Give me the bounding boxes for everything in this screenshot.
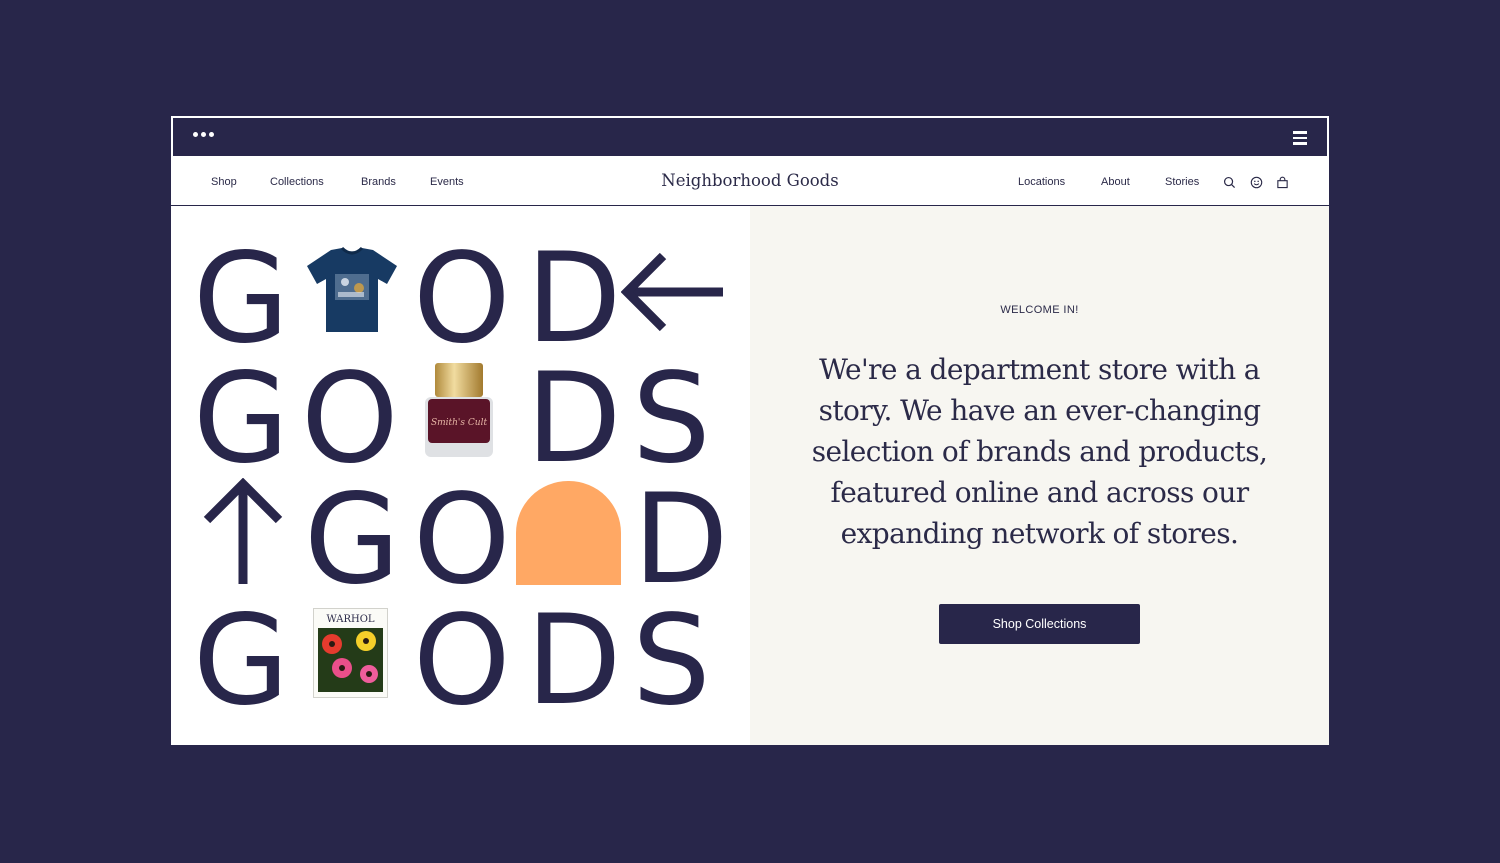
letter-d: D — [526, 227, 622, 371]
letter-g: G — [193, 347, 290, 491]
welcome-kicker: WELCOME IN! — [1000, 304, 1079, 316]
warhol-book-image: WARHOL — [313, 608, 388, 698]
nav-link-stories[interactable]: Stories — [1165, 176, 1199, 188]
nail-polish-image: Smith's Cult — [425, 363, 493, 457]
letter-d: D — [633, 468, 729, 612]
book-title: WARHOL — [326, 614, 374, 625]
intro-panel: WELCOME IN! We're a department store wit… — [750, 206, 1329, 745]
letter-g: G — [193, 589, 290, 733]
browser-window: Shop Collections Brands Events Neighborh… — [171, 116, 1329, 745]
account-icon[interactable] — [1250, 176, 1263, 189]
hero-art: G O D G O Smith's Cult D S G O D G WARHO… — [171, 206, 750, 745]
up-arrow-icon — [203, 478, 283, 584]
nav-link-locations[interactable]: Locations — [1018, 176, 1065, 188]
hamburger-icon[interactable] — [1293, 131, 1307, 145]
letter-o: O — [413, 589, 511, 733]
letter-s: S — [632, 347, 711, 491]
brand-logo[interactable]: Neighborhood Goods — [171, 171, 1329, 190]
cart-icon[interactable] — [1276, 176, 1289, 189]
window-bar — [171, 116, 1329, 158]
site-header: Shop Collections Brands Events Neighborh… — [171, 158, 1329, 206]
letter-d: D — [526, 347, 622, 491]
search-icon[interactable] — [1223, 176, 1236, 189]
letter-s: S — [632, 589, 711, 733]
letter-o: O — [301, 347, 399, 491]
letter-o: O — [413, 468, 511, 612]
t-shirt-image — [307, 246, 397, 332]
letter-g: G — [193, 227, 290, 371]
letter-g: G — [304, 468, 401, 612]
letter-d: D — [526, 589, 622, 733]
shop-collections-button[interactable]: Shop Collections — [939, 604, 1140, 644]
letter-o: O — [413, 227, 511, 371]
left-arrow-icon — [621, 252, 723, 332]
orange-arch-shape — [516, 481, 621, 585]
bottle-label: Smith's Cult — [431, 418, 488, 428]
nav-link-about[interactable]: About — [1101, 176, 1130, 188]
dots-icon[interactable] — [193, 132, 214, 137]
intro-text: We're a department store with a story. W… — [811, 353, 1268, 550]
